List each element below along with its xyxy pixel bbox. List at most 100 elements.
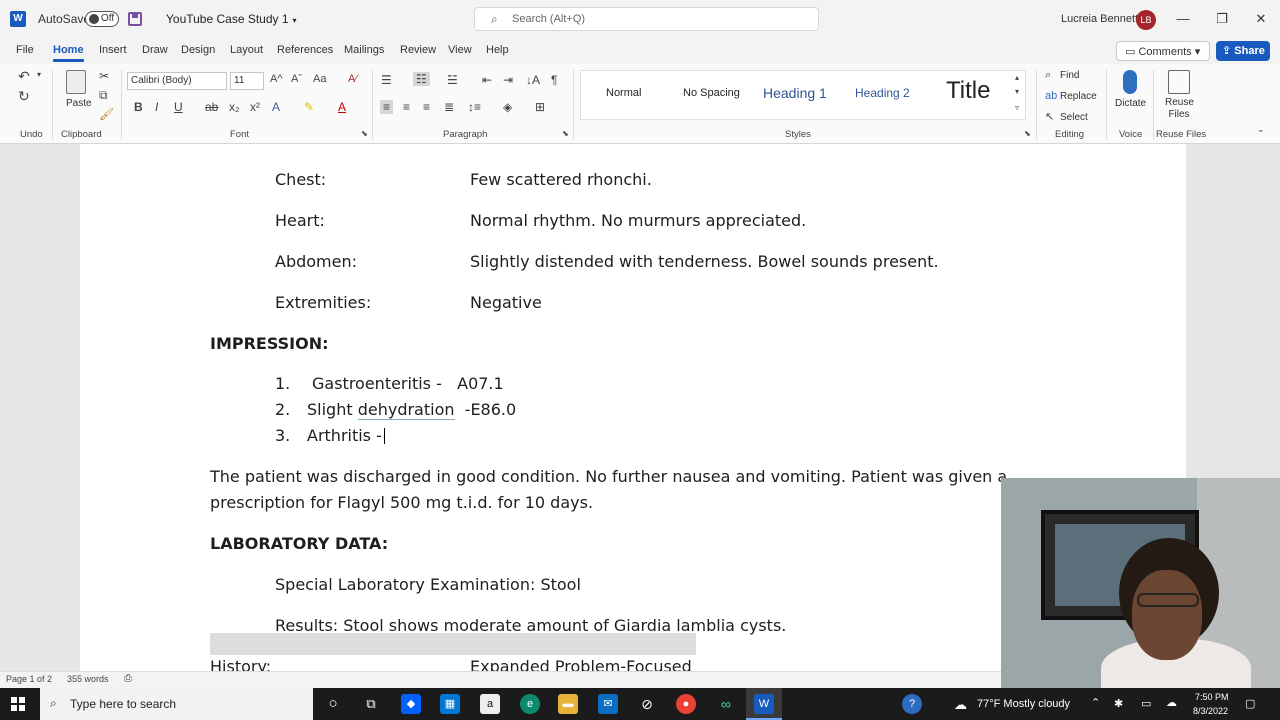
tab-help[interactable]: Help [486,44,509,56]
superscript-icon[interactable]: x² [250,100,260,114]
change-case-icon[interactable]: Aa [313,73,326,85]
align-left-icon[interactable]: ≡ [380,100,394,114]
dropbox-icon[interactable]: ◆ [401,694,421,714]
clear-formatting-icon[interactable]: A⁄ [348,73,357,85]
file-explorer-icon[interactable]: ▬ [558,694,578,714]
paste-icon[interactable] [66,70,86,94]
shrink-font-icon[interactable]: Aˇ [291,73,302,85]
subscript-icon[interactable]: x₂ [229,100,240,114]
borders-icon[interactable]: ⊞ [535,100,545,114]
font-name-select[interactable]: Calibri (Body) [127,72,227,90]
style-heading-1[interactable]: Heading 1 [763,85,827,101]
replace-label[interactable]: Replace [1060,91,1097,102]
select-label[interactable]: Select [1060,112,1088,123]
word-count[interactable]: 355 words [67,674,109,684]
tab-insert[interactable]: Insert [99,44,127,56]
increase-indent-icon[interactable]: ⇥ [503,73,513,87]
restore-button[interactable]: ❐ [1207,8,1237,30]
edge-icon[interactable]: e [520,694,540,714]
shading-icon[interactable]: ◈ [503,100,512,114]
font-size-select[interactable]: 11 [230,72,264,90]
align-center-icon[interactable]: ≡ [403,100,410,114]
undo-icon[interactable]: ↶ [18,68,30,85]
chevron-up-icon[interactable]: ⌃ [1091,696,1100,709]
weather-text[interactable]: 77°F Mostly cloudy [977,698,1070,710]
strikethrough-icon[interactable]: ab [205,100,218,114]
style-normal[interactable]: Normal [606,87,641,99]
reuse-files-label[interactable]: Reuse Files [1165,97,1194,121]
style-title[interactable]: Title [946,77,990,105]
copy-icon[interactable]: ⧉ [99,88,108,103]
close-button[interactable]: ✕ [1246,8,1276,30]
highlight-icon[interactable]: ✎ [304,100,314,114]
multilevel-list-icon[interactable]: ☱ [447,73,458,87]
styles-scroll-up-icon[interactable]: ▴ [1015,73,1019,82]
align-right-icon[interactable]: ≡ [423,100,430,114]
reuse-files-icon[interactable] [1168,70,1190,94]
text-effects-icon[interactable]: A [272,100,280,114]
dialog-launcher-icon[interactable]: ⬊ [562,129,569,138]
chevron-down-icon[interactable]: ▾ [37,70,41,79]
tab-layout[interactable]: Layout [230,44,263,56]
word-taskbar-icon[interactable]: W [754,694,774,714]
underline-icon[interactable]: U [174,100,183,114]
microphone-icon[interactable] [1123,70,1137,94]
tray-app-icon[interactable]: ✱ [1114,697,1123,710]
decrease-indent-icon[interactable]: ⇤ [482,73,492,87]
find-icon[interactable]: ⌕ [1045,69,1051,82]
format-painter-icon[interactable]: 🖌 [99,107,114,121]
notification-icon[interactable]: ▢ [1245,697,1255,710]
italic-icon[interactable]: I [155,100,158,114]
tab-references[interactable]: References [277,44,333,56]
mail-icon[interactable]: ✉ [598,694,618,714]
tab-design[interactable]: Design [181,44,215,56]
search-input[interactable]: ⌕ Search (Alt+Q) [474,7,819,31]
select-icon[interactable]: ↖ [1045,110,1054,123]
font-color-icon[interactable]: A [338,100,346,114]
share-button[interactable]: ⇪ Share [1216,41,1270,61]
styles-scroll-down-icon[interactable]: ▾ [1015,87,1019,96]
style-no-spacing[interactable]: No Spacing [683,87,740,99]
user-name[interactable]: Lucreia Bennett [1061,13,1138,25]
taskbar-search-input[interactable]: ⌕ Type here to search [40,688,313,720]
bold-icon[interactable]: B [134,100,143,114]
redo-icon[interactable]: ↻ [18,88,30,105]
style-heading-2[interactable]: Heading 2 [855,86,910,100]
proofing-icon[interactable]: ⎙ [124,673,132,684]
store-icon[interactable]: ▦ [440,694,460,714]
tab-file[interactable]: File [16,44,34,56]
grow-font-icon[interactable]: A^ [270,73,283,85]
tab-home[interactable]: Home [53,44,84,62]
clock-time[interactable]: 7:50 PM [1195,692,1229,702]
numbering-icon[interactable]: ☷ [413,72,430,86]
amazon-icon[interactable]: a [480,694,500,714]
comments-button[interactable]: ▭ Comments ▾ [1116,41,1210,61]
clock-date[interactable]: 8/3/2022 [1193,706,1228,716]
page-count[interactable]: Page 1 of 2 [6,674,52,684]
paste-label[interactable]: Paste [66,98,92,109]
show-formatting-icon[interactable]: ¶ [551,73,557,87]
tab-view[interactable]: View [448,44,472,56]
dictate-label[interactable]: Dictate [1115,98,1146,109]
chrome-icon[interactable]: ● [676,694,696,714]
tab-draw[interactable]: Draw [142,44,168,56]
find-label[interactable]: Find [1060,70,1079,81]
tab-mailings[interactable]: Mailings [344,44,384,56]
task-view-icon[interactable]: ⧉ [361,694,381,714]
bullets-icon[interactable]: ☰ [381,73,392,87]
battery-icon[interactable]: ▭ [1141,697,1151,710]
justify-icon[interactable]: ≣ [444,100,454,114]
cut-icon[interactable]: ✂ [99,69,109,83]
sort-icon[interactable]: ↓A [526,73,540,87]
autosave-toggle[interactable]: Off [85,11,119,27]
cortana-icon[interactable]: ○ [323,694,343,714]
dialog-launcher-icon[interactable]: ⬊ [361,129,368,138]
tab-review[interactable]: Review [400,44,436,56]
avatar[interactable]: LB [1136,10,1156,30]
windows-start-icon[interactable] [11,697,25,711]
styles-more-icon[interactable]: ▿ [1015,103,1019,112]
collapse-ribbon-icon[interactable]: ⌄ [1257,124,1265,135]
document-title[interactable]: YouTube Case Study 1 ▾ [166,12,297,26]
dialog-launcher-icon[interactable]: ⬊ [1024,129,1031,138]
snipping-tool-icon[interactable]: ⊘ [637,694,657,714]
